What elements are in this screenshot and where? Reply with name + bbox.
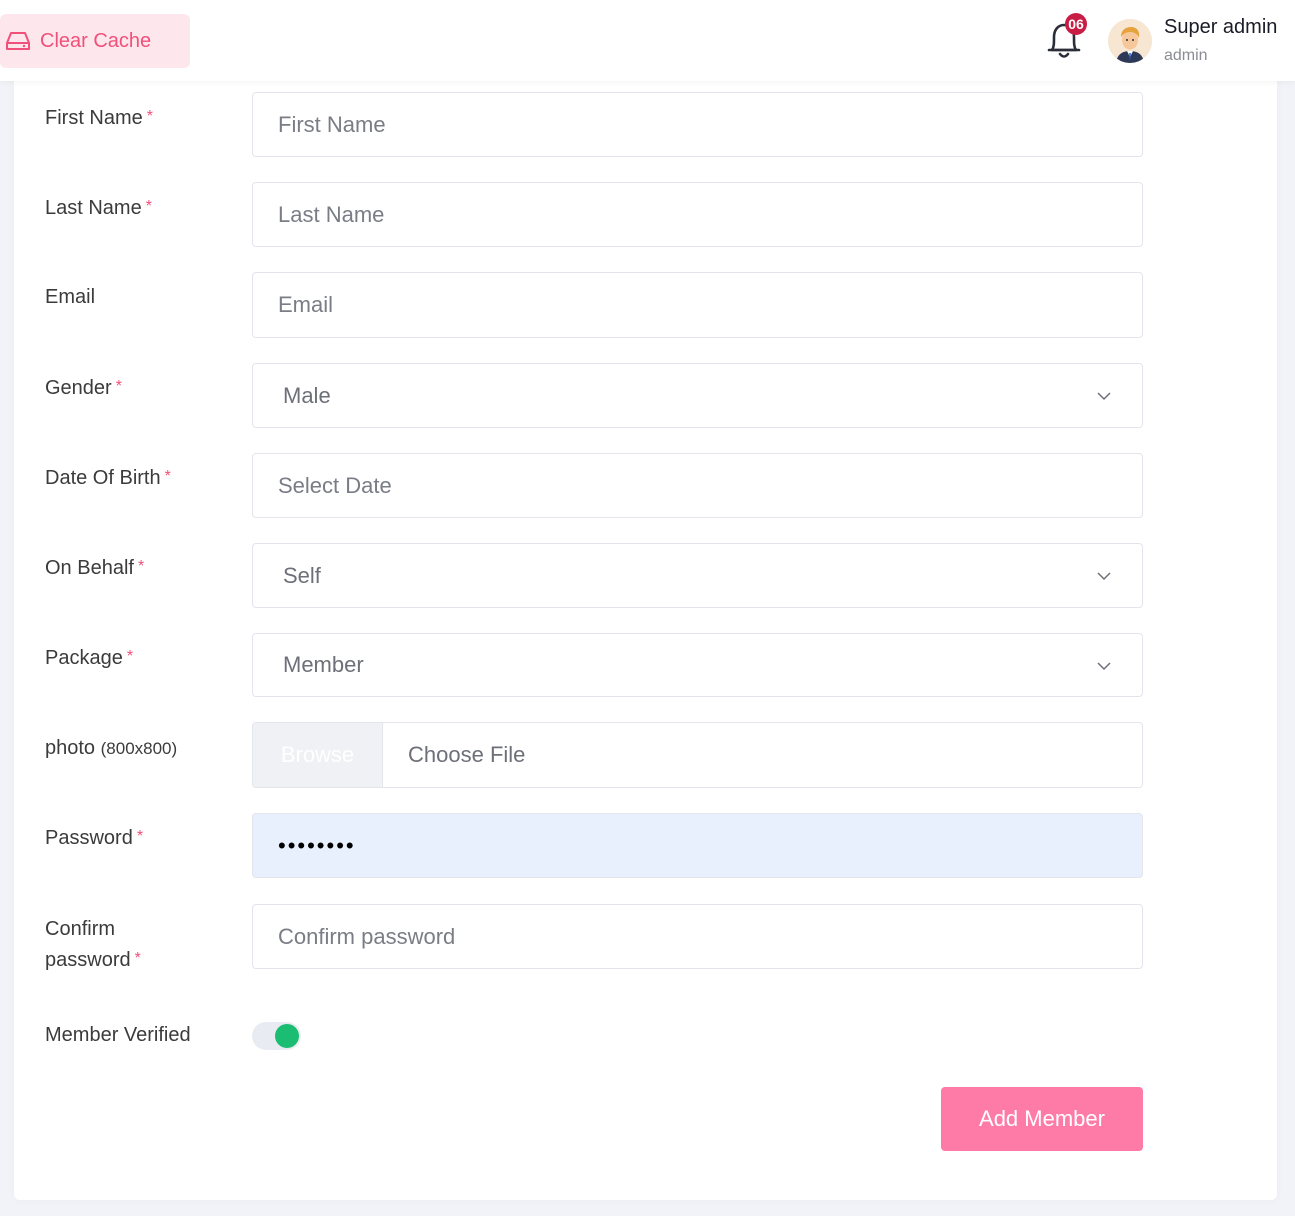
clear-cache-label: Clear Cache [40,29,152,52]
confirm-password-input[interactable] [252,904,1143,969]
date-of-birth-input[interactable] [252,453,1143,518]
required-marker: * [115,378,122,395]
first-name-label-text: First Name [45,107,143,129]
top-bar: Clear Cache 06 Super admin admin [0,0,1295,81]
first-name-label: First Name * [45,102,153,133]
member-verified-toggle[interactable] [252,1022,301,1050]
password-label: Password * [45,822,143,853]
password-label-text: Password [45,827,133,849]
last-name-label: Last Name * [45,192,152,223]
user-avatar[interactable] [1108,19,1152,63]
last-name-label-text: Last Name [45,197,142,219]
required-marker: * [134,950,141,967]
chevron-down-icon [1097,662,1111,671]
required-marker: * [137,558,145,575]
browse-button[interactable]: Browse [253,723,383,787]
clear-cache-button[interactable]: Clear Cache [0,14,190,68]
password-input[interactable]: •••••••• [252,813,1143,878]
photo-size-hint: (800x800) [100,739,178,758]
member-verified-label-text: Member Verified [45,1024,191,1046]
gender-select[interactable]: Male [252,363,1143,428]
last-name-input[interactable] [252,182,1143,247]
on-behalf-selected-value: Self [283,562,321,588]
package-label-text: Package [45,647,123,669]
chevron-down-icon [1097,572,1111,581]
first-name-input[interactable] [252,92,1143,157]
notification-count-badge: 06 [1065,13,1087,35]
chevron-down-icon [1097,392,1111,401]
date-of-birth-label-text: Date Of Birth [45,467,161,489]
toggle-knob [275,1024,299,1048]
required-marker: * [126,648,134,665]
user-role: admin [1164,47,1208,64]
package-label: Package * [45,642,133,673]
required-marker: * [164,468,171,485]
on-behalf-label-text: On Behalf [45,557,134,579]
photo-label: photo (800x800) [45,733,177,764]
required-marker: * [136,828,144,845]
photo-file-input[interactable]: Browse Choose File [252,722,1143,788]
email-label: Email [45,282,95,312]
email-input[interactable] [252,272,1143,338]
user-avatar-icon [1108,19,1152,63]
confirm-password-label: Confirm password * [45,914,141,975]
add-member-button[interactable]: Add Member [941,1087,1143,1151]
required-marker: * [145,198,152,215]
on-behalf-select[interactable]: Self [252,543,1143,608]
photo-label-text: photo [45,737,96,759]
member-verified-label: Member Verified [45,1020,191,1050]
email-label-text: Email [45,286,96,308]
password-masked-value: •••••••• [278,832,356,858]
required-marker: * [146,108,154,125]
confirm-password-label-line1: Confirm [45,918,116,940]
gender-label-text: Gender [45,377,112,399]
on-behalf-label: On Behalf * [45,552,144,583]
package-selected-value: Member [283,652,364,677]
hard-drive-icon [6,32,30,50]
gender-label: Gender * [45,372,122,403]
gender-selected-value: Male [283,382,331,408]
confirm-password-label-line2: password [45,949,131,971]
date-of-birth-label: Date Of Birth * [45,462,171,493]
package-select[interactable]: Member [252,633,1143,697]
user-name: Super admin [1164,16,1278,38]
choose-file-label: Choose File [408,742,526,767]
